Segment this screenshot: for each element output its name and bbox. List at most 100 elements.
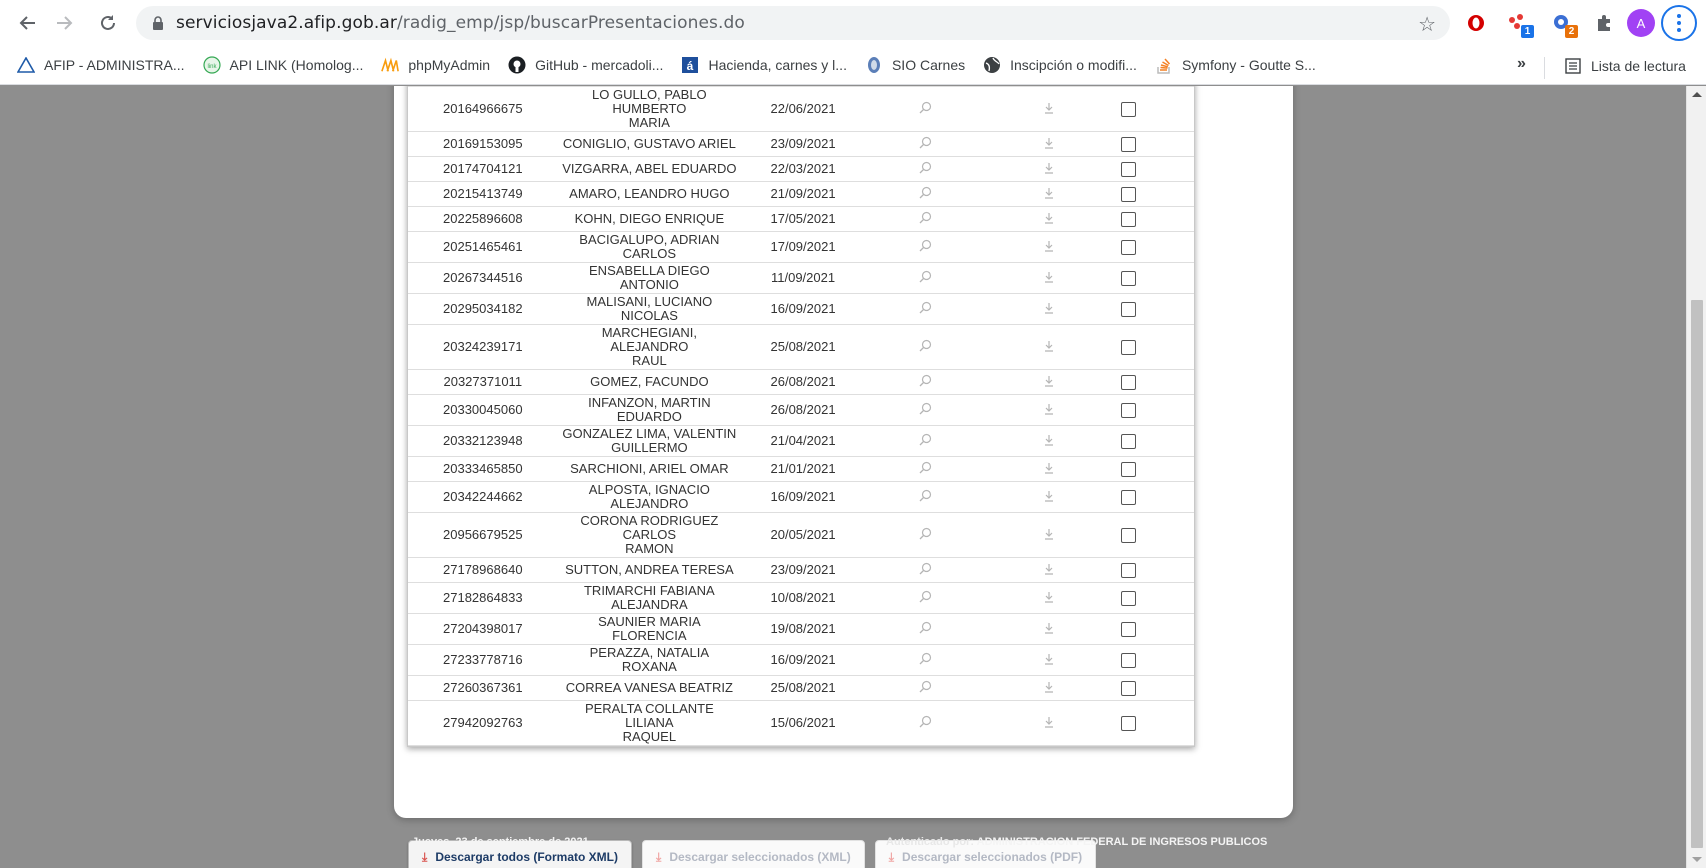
download-row-icon[interactable] <box>1044 240 1054 252</box>
bookmark-star-icon[interactable]: ☆ <box>1418 12 1436 36</box>
magnifier-icon[interactable] <box>919 101 932 114</box>
row-checkbox[interactable] <box>1121 301 1137 317</box>
download-row-icon[interactable] <box>1044 622 1054 634</box>
bookmark-inscripcion[interactable]: Inscipción o modifi... <box>974 50 1146 80</box>
download-row-icon[interactable] <box>1044 591 1054 603</box>
back-button[interactable] <box>10 5 46 41</box>
cuit-cell: 20295034182 <box>408 293 558 325</box>
magnifier-icon[interactable] <box>919 301 932 314</box>
row-checkbox[interactable] <box>1121 680 1137 696</box>
row-checkbox[interactable] <box>1121 270 1137 286</box>
download-row-icon[interactable] <box>1044 375 1054 387</box>
name-cell: SARCHIONI, ARIEL OMAR <box>557 456 742 482</box>
magnifier-icon[interactable] <box>919 402 932 415</box>
magnifier-icon[interactable] <box>919 270 932 283</box>
magnifier-icon[interactable] <box>919 590 932 603</box>
row-checkbox[interactable] <box>1121 715 1137 731</box>
download-row-icon[interactable] <box>1044 271 1054 283</box>
bookmark-symfony[interactable]: Symfony - Goutte S... <box>1146 50 1325 80</box>
row-checkbox[interactable] <box>1121 136 1137 152</box>
magnifier-icon[interactable] <box>919 161 932 174</box>
download-row-icon[interactable] <box>1044 187 1054 199</box>
magnifier-icon[interactable] <box>919 562 932 575</box>
row-checkbox[interactable] <box>1121 374 1137 390</box>
download-row-icon[interactable] <box>1044 212 1054 224</box>
row-checkbox[interactable] <box>1121 489 1137 505</box>
magnifier-icon[interactable] <box>919 211 932 224</box>
row-checkbox[interactable] <box>1121 621 1137 637</box>
magnifier-icon[interactable] <box>919 680 932 693</box>
magnifier-icon[interactable] <box>919 433 932 446</box>
row-checkbox[interactable] <box>1121 161 1137 177</box>
bookmark-phpmyadmin[interactable]: phpMyAdmin <box>372 50 499 80</box>
download-row-icon[interactable] <box>1044 340 1054 352</box>
magnifier-icon[interactable] <box>919 652 932 665</box>
extensions-puzzle-icon[interactable] <box>1590 9 1618 37</box>
row-checkbox[interactable] <box>1121 590 1137 606</box>
row-checkbox[interactable] <box>1121 433 1137 449</box>
download-row-icon[interactable] <box>1044 490 1054 502</box>
magnifier-icon[interactable] <box>919 186 932 199</box>
download-row-icon[interactable] <box>1044 528 1054 540</box>
row-checkbox[interactable] <box>1121 239 1137 255</box>
magnifier-icon[interactable] <box>919 489 932 502</box>
scroll-up-arrow-icon[interactable] <box>1692 92 1702 97</box>
download-row-icon[interactable] <box>1044 102 1054 114</box>
bookmark-sio-carnes[interactable]: SIO Carnes <box>856 50 974 80</box>
download-row-icon[interactable] <box>1044 403 1054 415</box>
download-selected-xml-button[interactable]: ⤓ Descargar seleccionados (XML) <box>642 840 865 868</box>
view-cell <box>864 86 986 132</box>
row-checkbox[interactable] <box>1121 461 1137 477</box>
bookmark-hacienda[interactable]: á Hacienda, carnes y l... <box>672 50 856 80</box>
magnifier-icon[interactable] <box>919 374 932 387</box>
magnifier-icon[interactable] <box>919 136 932 149</box>
bookmark-github[interactable]: GitHub - mercadoli... <box>499 50 672 80</box>
download-cell <box>985 293 1112 325</box>
row-checkbox[interactable] <box>1121 339 1137 355</box>
download-row-icon[interactable] <box>1044 462 1054 474</box>
download-row-icon[interactable] <box>1044 716 1054 728</box>
download-row-icon[interactable] <box>1044 563 1054 575</box>
row-checkbox[interactable] <box>1121 527 1137 543</box>
download-row-icon[interactable] <box>1044 162 1054 174</box>
scroll-down-arrow-icon[interactable] <box>1692 857 1702 862</box>
gear-extension-icon[interactable]: 2 <box>1548 9 1578 38</box>
magnifier-icon[interactable] <box>919 239 932 252</box>
download-row-icon[interactable] <box>1044 137 1054 149</box>
scroll-thumb[interactable] <box>1691 300 1703 848</box>
download-row-icon[interactable] <box>1044 302 1054 314</box>
row-checkbox[interactable] <box>1121 211 1137 227</box>
row-checkbox[interactable] <box>1121 402 1137 418</box>
magnifier-icon[interactable] <box>919 621 932 634</box>
row-checkbox[interactable] <box>1121 562 1137 578</box>
download-row-icon[interactable] <box>1044 434 1054 446</box>
download-row-icon[interactable] <box>1044 681 1054 693</box>
forward-button[interactable] <box>46 5 82 41</box>
bookmark-api-link[interactable]: link API LINK (Homolog... <box>194 50 373 80</box>
download-row-icon[interactable] <box>1044 653 1054 665</box>
row-checkbox[interactable] <box>1121 101 1137 117</box>
table-row: 20295034182 MALISANI, LUCIANO NICOLAS 16/0… <box>408 293 1194 325</box>
magnifier-icon[interactable] <box>919 339 932 352</box>
more-bookmarks-button[interactable]: » <box>1517 55 1526 73</box>
reload-button[interactable] <box>90 5 126 41</box>
row-checkbox[interactable] <box>1121 652 1137 668</box>
address-bar[interactable]: serviciosjava2.afip.gob.ar/radig_emp/jsp… <box>136 6 1450 40</box>
browser-menu-button[interactable] <box>1661 5 1697 41</box>
table-row: 27182864833 TRIMARCHI FABIANA ALEJANDRA 10/… <box>408 582 1194 614</box>
table-row: 20956679525 CORONA RODRIGUEZ CARLOS RAMON 2… <box>408 512 1194 558</box>
network-extension-icon[interactable]: 1 <box>1504 9 1534 38</box>
date-cell: 16/09/2021 <box>741 644 865 676</box>
page-scrollbar[interactable] <box>1686 86 1706 868</box>
magnifier-icon[interactable] <box>919 461 932 474</box>
opera-extension-icon[interactable] <box>1462 9 1490 37</box>
magnifier-icon[interactable] <box>919 527 932 540</box>
row-checkbox[interactable] <box>1121 186 1137 202</box>
magnifier-icon[interactable] <box>919 715 932 728</box>
bookmark-afip[interactable]: AFIP - ADMINISTRA... <box>8 50 194 80</box>
date-cell: 10/08/2021 <box>741 582 865 614</box>
reading-list-button[interactable]: Lista de lectura <box>1555 51 1695 81</box>
select-cell <box>1111 675 1194 701</box>
download-cell <box>985 481 1112 513</box>
profile-avatar[interactable]: A <box>1627 9 1655 37</box>
